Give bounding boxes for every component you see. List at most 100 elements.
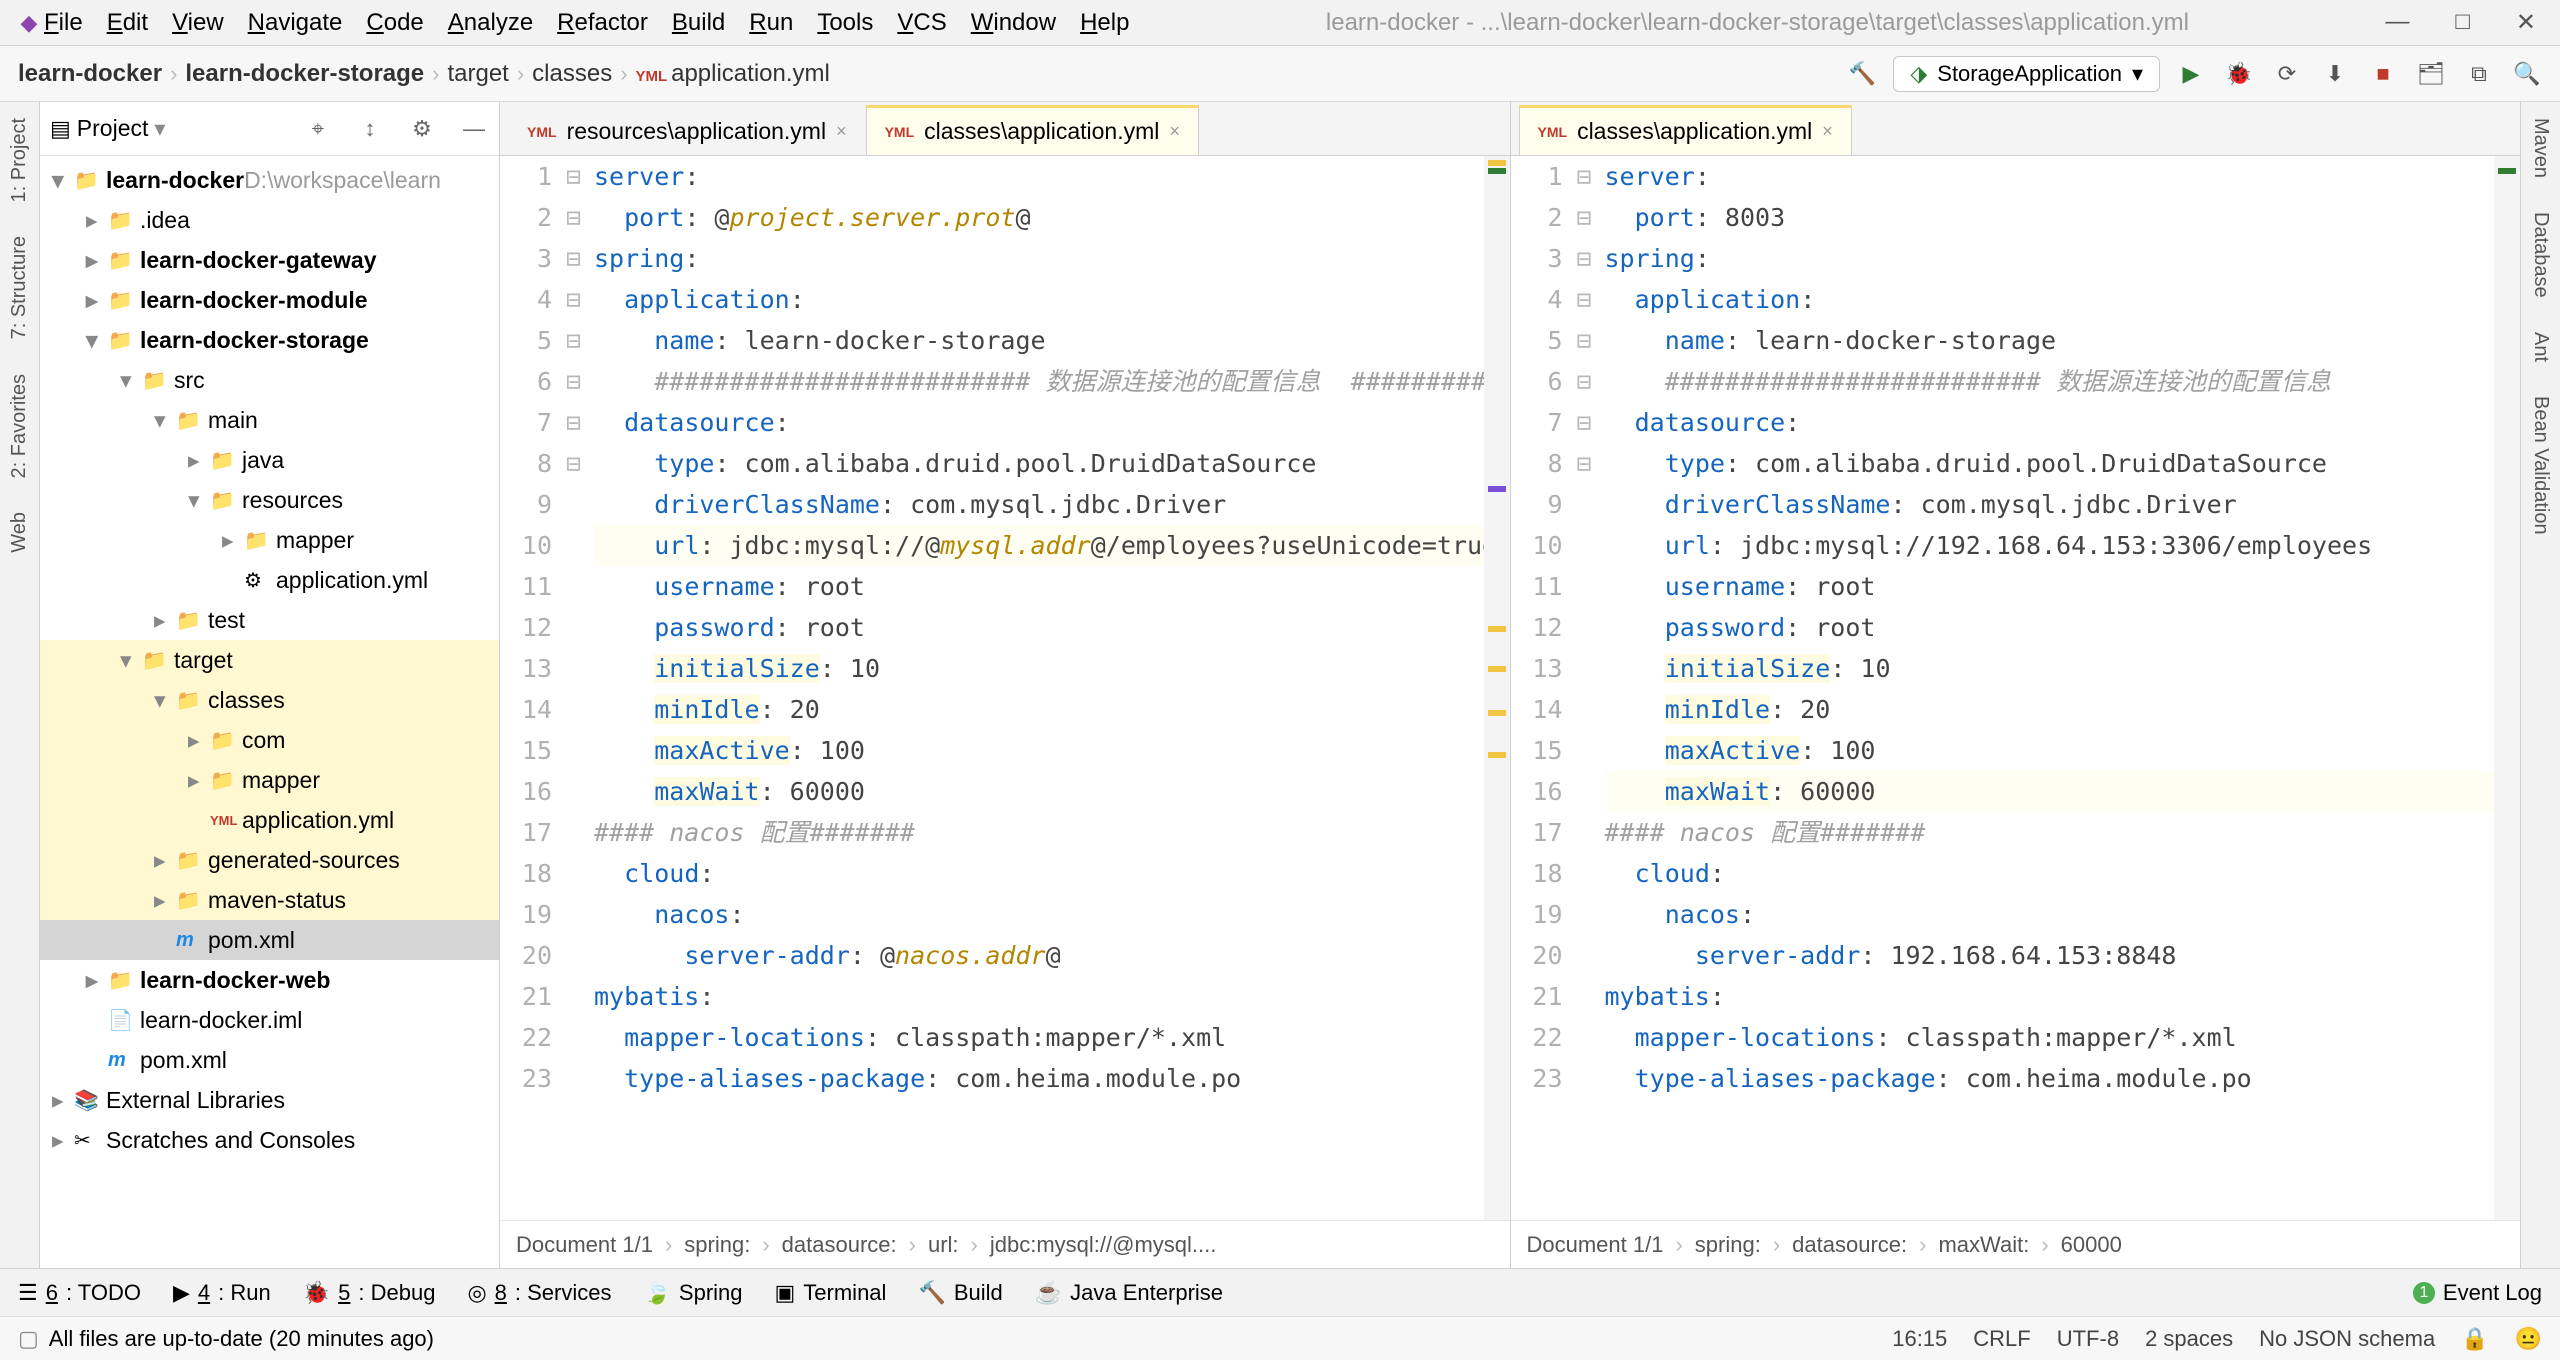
tree-toggle-icon[interactable]: ▸ — [188, 447, 210, 474]
tree-toggle-icon[interactable]: ▾ — [188, 487, 210, 514]
project-tree[interactable]: ▾📁learn-docker D:\workspace\learn▸📁.idea… — [40, 156, 499, 1268]
tasks-button[interactable]: 🗂 — [2416, 61, 2446, 87]
tool-window-services[interactable]: ◎8: Services — [467, 1280, 611, 1306]
event-log-button[interactable]: Event Log — [2443, 1280, 2542, 1306]
tool-tab-database[interactable]: Database — [2529, 204, 2552, 306]
coverage-button[interactable]: ⟳ — [2272, 61, 2302, 87]
tool-window-terminal[interactable]: ▣Terminal — [775, 1280, 887, 1306]
menu-navigate[interactable]: Navigate — [248, 9, 343, 37]
tree-item[interactable]: mpom.xml — [40, 1040, 499, 1080]
tool-tab----project[interactable]: 1: Project — [8, 110, 31, 210]
crumb-item[interactable]: datasource: — [782, 1232, 897, 1258]
tree-item[interactable]: ▸📁learn-docker-module — [40, 280, 499, 320]
status-item[interactable]: UTF-8 — [2057, 1326, 2119, 1352]
maximize-button[interactable]: □ — [2455, 8, 2470, 37]
editor-tab[interactable]: YMLclasses\application.yml× — [1519, 105, 1852, 155]
menu-run[interactable]: Run — [749, 9, 793, 37]
menu-code[interactable]: Code — [366, 9, 423, 37]
status-item[interactable]: 16:15 — [1892, 1326, 1947, 1352]
tree-item[interactable]: ▸📁mapper — [40, 520, 499, 560]
stop-button[interactable]: ■ — [2368, 61, 2398, 87]
tree-toggle-icon[interactable]: ▸ — [154, 847, 176, 874]
tree-item[interactable]: ▸📚External Libraries — [40, 1080, 499, 1120]
crumb-item[interactable]: datasource: — [1792, 1232, 1907, 1258]
tree-toggle-icon[interactable]: ▸ — [188, 767, 210, 794]
build-hammer-icon[interactable]: 🔨 — [1847, 61, 1877, 87]
run-button[interactable]: ▶ — [2176, 61, 2206, 87]
status-item[interactable]: 2 spaces — [2145, 1326, 2233, 1352]
crumb-item[interactable]: jdbc:mysql://@mysql.... — [990, 1232, 1217, 1258]
locate-icon[interactable]: ⌖ — [303, 116, 333, 142]
crumb-item[interactable]: url: — [928, 1232, 959, 1258]
tree-toggle-icon[interactable]: ▾ — [86, 327, 108, 354]
tool-window-run[interactable]: ▶4: Run — [173, 1280, 271, 1306]
tree-toggle-icon[interactable]: ▸ — [154, 607, 176, 634]
tree-toggle-icon[interactable]: ▸ — [154, 887, 176, 914]
minimize-button[interactable]: — — [2385, 8, 2409, 37]
breadcrumb-item[interactable]: YML application.yml — [636, 60, 830, 88]
tree-item[interactable]: ▸📁.idea — [40, 200, 499, 240]
breadcrumb-item[interactable]: target — [447, 60, 508, 88]
tree-item[interactable]: ▾📁classes — [40, 680, 499, 720]
menu-vcs[interactable]: VCS — [897, 9, 946, 37]
breadcrumb-item[interactable]: classes — [532, 60, 612, 88]
tree-item[interactable]: YMLapplication.yml — [40, 800, 499, 840]
tree-item[interactable]: ⚙application.yml — [40, 560, 499, 600]
menu-refactor[interactable]: Refactor — [557, 9, 648, 37]
tree-item[interactable]: ▸📁com — [40, 720, 499, 760]
code-lines-left[interactable]: server: port: @project.server.prot@sprin… — [590, 156, 1484, 1220]
crumb-item[interactable]: spring: — [1695, 1232, 1761, 1258]
tree-item[interactable]: ▸📁test — [40, 600, 499, 640]
run-config-selector[interactable]: ⬗ StorageApplication ▾ — [1893, 56, 2160, 92]
menu-file[interactable]: File — [44, 9, 83, 37]
tool-tab-web[interactable]: Web — [8, 504, 31, 561]
code-lines-right[interactable]: server: port: 8003spring: application: n… — [1601, 156, 2495, 1220]
tool-tab-ant[interactable]: Ant — [2529, 324, 2552, 370]
expand-icon[interactable]: ↕ — [355, 116, 385, 142]
tree-toggle-icon[interactable]: ▸ — [86, 207, 108, 234]
tree-toggle-icon[interactable]: ▾ — [120, 647, 142, 674]
status-item[interactable]: 🔒 — [2461, 1326, 2488, 1352]
menu-edit[interactable]: Edit — [107, 9, 148, 37]
tree-item[interactable]: mpom.xml — [40, 920, 499, 960]
editor-tab[interactable]: YMLclasses\application.yml× — [866, 105, 1199, 155]
chevron-down-icon[interactable]: ▾ — [154, 116, 165, 142]
tree-toggle-icon[interactable]: ▸ — [52, 1087, 74, 1114]
gear-icon[interactable]: ⚙ — [407, 116, 437, 142]
tree-toggle-icon[interactable]: ▾ — [154, 407, 176, 434]
tree-toggle-icon[interactable]: ▸ — [222, 527, 244, 554]
tree-toggle-icon[interactable]: ▸ — [86, 967, 108, 994]
tool-window-spring[interactable]: 🍃Spring — [644, 1280, 743, 1306]
status-item[interactable]: CRLF — [1973, 1326, 2030, 1352]
breadcrumb-item[interactable]: learn-docker-storage — [185, 60, 424, 88]
tree-item[interactable]: ▾📁learn-docker D:\workspace\learn — [40, 160, 499, 200]
tree-item[interactable]: ▸📁java — [40, 440, 499, 480]
tool-window-java-enterprise[interactable]: ☕Java Enterprise — [1035, 1280, 1223, 1306]
menu-tools[interactable]: Tools — [817, 9, 873, 37]
code-area-right[interactable]: 1234567891011121314151617181920212223 ⊟⊟… — [1511, 156, 2521, 1220]
crumb-item[interactable]: Document 1/1 — [1527, 1232, 1664, 1258]
breadcrumb-item[interactable]: learn-docker — [18, 60, 162, 88]
close-button[interactable]: ✕ — [2516, 8, 2536, 37]
menu-build[interactable]: Build — [672, 9, 725, 37]
tree-item[interactable]: 📄learn-docker.iml — [40, 1000, 499, 1040]
tree-toggle-icon[interactable]: ▸ — [52, 1127, 74, 1154]
tool-tab----structure[interactable]: 7: Structure — [8, 228, 31, 347]
editor-tab[interactable]: YMLresources\application.yml× — [508, 107, 866, 155]
crumb-item[interactable]: spring: — [684, 1232, 750, 1258]
tool-tab-maven[interactable]: Maven — [2529, 110, 2552, 186]
crumb-item[interactable]: Document 1/1 — [516, 1232, 653, 1258]
tree-toggle-icon[interactable]: ▾ — [52, 167, 74, 194]
tree-item[interactable]: ▸📁learn-docker-web — [40, 960, 499, 1000]
tree-item[interactable]: ▾📁main — [40, 400, 499, 440]
hide-icon[interactable]: — — [459, 116, 489, 142]
menu-window[interactable]: Window — [971, 9, 1056, 37]
tree-item[interactable]: ▸📁generated-sources — [40, 840, 499, 880]
tool-tab-bean-validation[interactable]: Bean Validation — [2529, 388, 2552, 543]
status-item[interactable]: No JSON schema — [2259, 1326, 2435, 1352]
code-area-left[interactable]: 1234567891011121314151617181920212223 ⊟⊟… — [500, 156, 1510, 1220]
close-icon[interactable]: × — [1822, 121, 1833, 142]
debug-button[interactable]: 🐞 — [2224, 61, 2254, 87]
menu-analyze[interactable]: Analyze — [448, 9, 533, 37]
editor-scrollbar-left[interactable] — [1484, 156, 1510, 1220]
